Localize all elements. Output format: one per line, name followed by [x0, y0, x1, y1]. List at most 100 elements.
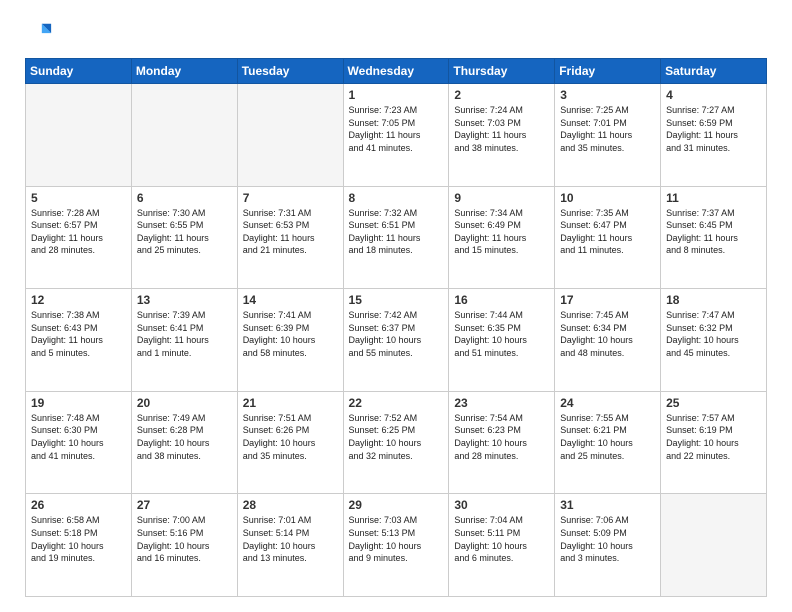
day-cell — [661, 494, 767, 597]
col-header-wednesday: Wednesday — [343, 59, 449, 84]
day-number: 17 — [560, 293, 655, 307]
day-cell: 8 Sunrise: 7:32 AM Sunset: 6:51 PM Daylig… — [343, 186, 449, 289]
day-number: 8 — [349, 191, 444, 205]
week-row-4: 19Sunrise: 7:48 AM Sunset: 6:30 PM Dayli… — [26, 391, 767, 494]
day-info: Sunrise: 7:03 AM Sunset: 5:13 PM Dayligh… — [349, 514, 444, 564]
day-number: 13 — [137, 293, 232, 307]
day-number: 21 — [243, 396, 338, 410]
day-cell: 11 Sunrise: 7:37 AM Sunset: 6:45 PM Dayli… — [661, 186, 767, 289]
day-cell: 5 Sunrise: 7:28 AM Sunset: 6:57 PM Daylig… — [26, 186, 132, 289]
logo — [25, 20, 57, 48]
day-number: 15 — [349, 293, 444, 307]
day-cell: 16 Sunrise: 7:44 AM Sunset: 6:35 PM Dayli… — [449, 289, 555, 392]
day-info: Sunrise: 7:24 AM Sunset: 7:03 PM Dayligh… — [454, 104, 549, 154]
day-cell — [237, 84, 343, 187]
day-info: Sunrise: 7:41 AM Sunset: 6:39 PM Dayligh… — [243, 309, 338, 359]
day-number: 19 — [31, 396, 126, 410]
day-cell: 18 Sunrise: 7:47 AM Sunset: 6:32 PM Dayli… — [661, 289, 767, 392]
day-cell: 17Sunrise: 7:45 AM Sunset: 6:34 PM Dayli… — [555, 289, 661, 392]
day-info: Sunrise: 7:39 AM Sunset: 6:41 PM Dayligh… — [137, 309, 232, 359]
col-header-saturday: Saturday — [661, 59, 767, 84]
day-number: 20 — [137, 396, 232, 410]
day-info: Sunrise: 7:57 AM Sunset: 6:19 PM Dayligh… — [666, 412, 761, 462]
day-number: 23 — [454, 396, 549, 410]
day-number: 27 — [137, 498, 232, 512]
header — [25, 20, 767, 48]
day-number: 4 — [666, 88, 761, 102]
day-info: Sunrise: 7:27 AM Sunset: 6:59 PM Dayligh… — [666, 104, 761, 154]
day-number: 5 — [31, 191, 126, 205]
col-header-sunday: Sunday — [26, 59, 132, 84]
day-number: 7 — [243, 191, 338, 205]
day-info: Sunrise: 7:06 AM Sunset: 5:09 PM Dayligh… — [560, 514, 655, 564]
day-cell: 31 Sunrise: 7:06 AM Sunset: 5:09 PM Dayli… — [555, 494, 661, 597]
week-row-5: 26 Sunrise: 6:58 AM Sunset: 5:18 PM Dayli… — [26, 494, 767, 597]
day-info: Sunrise: 7:47 AM Sunset: 6:32 PM Dayligh… — [666, 309, 761, 359]
day-cell: 10 Sunrise: 7:35 AM Sunset: 6:47 PM Dayli… — [555, 186, 661, 289]
day-info: Sunrise: 7:52 AM Sunset: 6:25 PM Dayligh… — [349, 412, 444, 462]
day-cell: 28Sunrise: 7:01 AM Sunset: 5:14 PM Dayli… — [237, 494, 343, 597]
day-cell: 12 Sunrise: 7:38 AM Sunset: 6:43 PM Dayli… — [26, 289, 132, 392]
col-header-monday: Monday — [131, 59, 237, 84]
day-cell — [131, 84, 237, 187]
day-number: 28 — [243, 498, 338, 512]
day-cell: 1 Sunrise: 7:23 AM Sunset: 7:05 PM Daylig… — [343, 84, 449, 187]
day-info: Sunrise: 7:00 AM Sunset: 5:16 PM Dayligh… — [137, 514, 232, 564]
day-info: Sunrise: 7:04 AM Sunset: 5:11 PM Dayligh… — [454, 514, 549, 564]
day-info: Sunrise: 7:54 AM Sunset: 6:23 PM Dayligh… — [454, 412, 549, 462]
day-number: 18 — [666, 293, 761, 307]
week-row-2: 5 Sunrise: 7:28 AM Sunset: 6:57 PM Daylig… — [26, 186, 767, 289]
day-number: 2 — [454, 88, 549, 102]
day-info: Sunrise: 7:49 AM Sunset: 6:28 PM Dayligh… — [137, 412, 232, 462]
calendar: SundayMondayTuesdayWednesdayThursdayFrid… — [25, 58, 767, 597]
day-info: Sunrise: 7:38 AM Sunset: 6:43 PM Dayligh… — [31, 309, 126, 359]
day-cell: 13 Sunrise: 7:39 AM Sunset: 6:41 PM Dayli… — [131, 289, 237, 392]
day-cell: 27 Sunrise: 7:00 AM Sunset: 5:16 PM Dayli… — [131, 494, 237, 597]
day-number: 10 — [560, 191, 655, 205]
day-info: Sunrise: 7:25 AM Sunset: 7:01 PM Dayligh… — [560, 104, 655, 154]
day-number: 31 — [560, 498, 655, 512]
day-info: Sunrise: 7:35 AM Sunset: 6:47 PM Dayligh… — [560, 207, 655, 257]
day-cell: 14 Sunrise: 7:41 AM Sunset: 6:39 PM Dayli… — [237, 289, 343, 392]
calendar-header-row: SundayMondayTuesdayWednesdayThursdayFrid… — [26, 59, 767, 84]
day-number: 14 — [243, 293, 338, 307]
day-info: Sunrise: 7:32 AM Sunset: 6:51 PM Dayligh… — [349, 207, 444, 257]
day-info: Sunrise: 7:31 AM Sunset: 6:53 PM Dayligh… — [243, 207, 338, 257]
day-cell: 3 Sunrise: 7:25 AM Sunset: 7:01 PM Daylig… — [555, 84, 661, 187]
day-number: 16 — [454, 293, 549, 307]
week-row-1: 1 Sunrise: 7:23 AM Sunset: 7:05 PM Daylig… — [26, 84, 767, 187]
day-cell: 23 Sunrise: 7:54 AM Sunset: 6:23 PM Dayli… — [449, 391, 555, 494]
day-info: Sunrise: 7:44 AM Sunset: 6:35 PM Dayligh… — [454, 309, 549, 359]
day-cell: 15Sunrise: 7:42 AM Sunset: 6:37 PM Dayli… — [343, 289, 449, 392]
day-number: 26 — [31, 498, 126, 512]
day-cell: 29 Sunrise: 7:03 AM Sunset: 5:13 PM Dayli… — [343, 494, 449, 597]
day-info: Sunrise: 7:55 AM Sunset: 6:21 PM Dayligh… — [560, 412, 655, 462]
day-info: Sunrise: 7:30 AM Sunset: 6:55 PM Dayligh… — [137, 207, 232, 257]
day-cell: 25Sunrise: 7:57 AM Sunset: 6:19 PM Dayli… — [661, 391, 767, 494]
logo-icon — [25, 20, 53, 48]
day-number: 6 — [137, 191, 232, 205]
day-cell: 19Sunrise: 7:48 AM Sunset: 6:30 PM Dayli… — [26, 391, 132, 494]
day-info: Sunrise: 7:23 AM Sunset: 7:05 PM Dayligh… — [349, 104, 444, 154]
day-cell: 20 Sunrise: 7:49 AM Sunset: 6:28 PM Dayli… — [131, 391, 237, 494]
day-number: 1 — [349, 88, 444, 102]
day-cell — [26, 84, 132, 187]
day-number: 24 — [560, 396, 655, 410]
day-number: 11 — [666, 191, 761, 205]
day-cell: 6 Sunrise: 7:30 AM Sunset: 6:55 PM Daylig… — [131, 186, 237, 289]
day-cell: 26 Sunrise: 6:58 AM Sunset: 5:18 PM Dayli… — [26, 494, 132, 597]
day-number: 22 — [349, 396, 444, 410]
day-cell: 9Sunrise: 7:34 AM Sunset: 6:49 PM Daylig… — [449, 186, 555, 289]
col-header-tuesday: Tuesday — [237, 59, 343, 84]
day-info: Sunrise: 7:51 AM Sunset: 6:26 PM Dayligh… — [243, 412, 338, 462]
day-number: 29 — [349, 498, 444, 512]
day-info: Sunrise: 6:58 AM Sunset: 5:18 PM Dayligh… — [31, 514, 126, 564]
day-number: 30 — [454, 498, 549, 512]
day-info: Sunrise: 7:34 AM Sunset: 6:49 PM Dayligh… — [454, 207, 549, 257]
day-number: 12 — [31, 293, 126, 307]
day-number: 3 — [560, 88, 655, 102]
page: SundayMondayTuesdayWednesdayThursdayFrid… — [0, 0, 792, 612]
day-cell: 21 Sunrise: 7:51 AM Sunset: 6:26 PM Dayli… — [237, 391, 343, 494]
day-info: Sunrise: 7:37 AM Sunset: 6:45 PM Dayligh… — [666, 207, 761, 257]
day-info: Sunrise: 7:28 AM Sunset: 6:57 PM Dayligh… — [31, 207, 126, 257]
